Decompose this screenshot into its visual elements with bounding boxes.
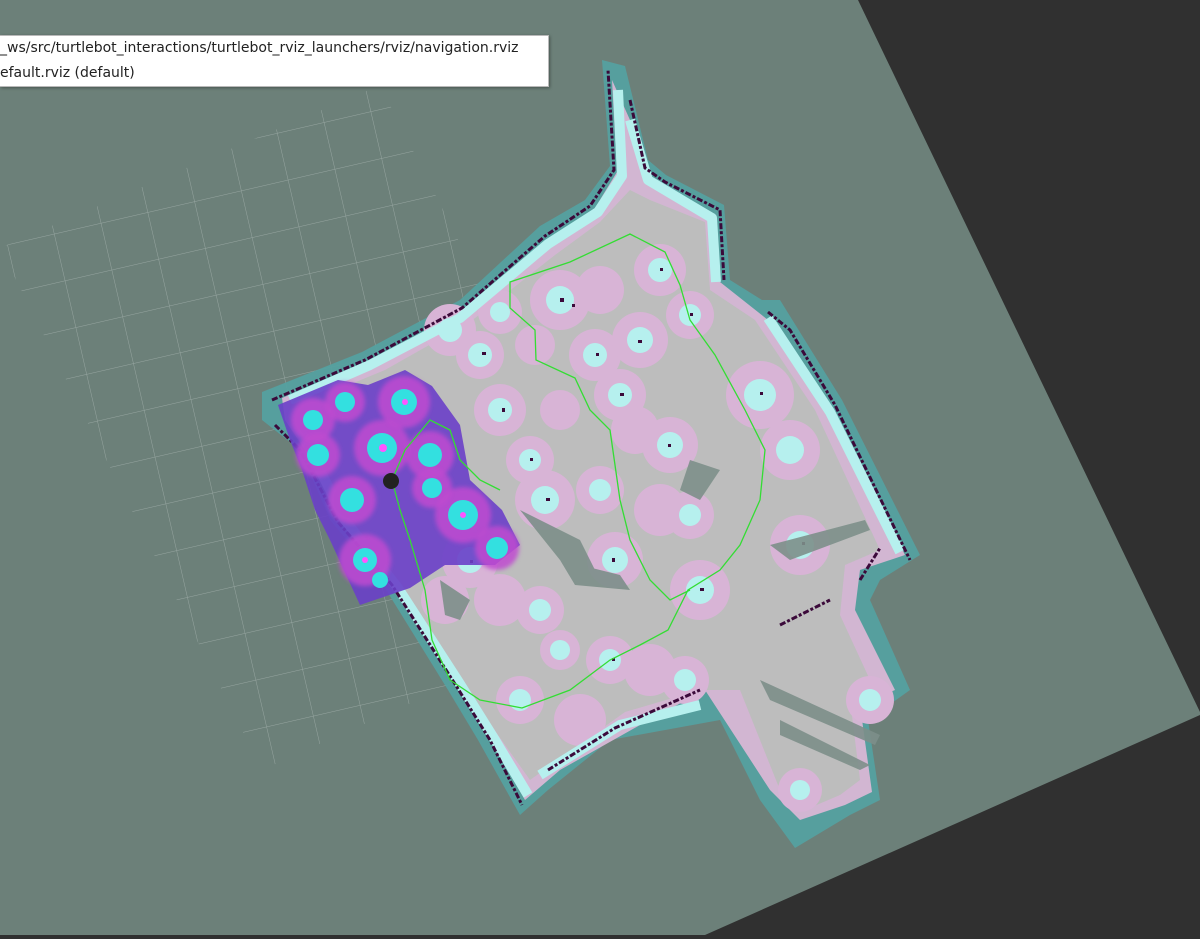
config-item-default[interactable]: efault.rviz (default) — [0, 61, 548, 86]
rviz-3d-viewport[interactable] — [0, 0, 1200, 935]
config-item-navigation[interactable]: _ws/src/turtlebot_interactions/turtlebot… — [0, 36, 548, 61]
config-file-popup: _ws/src/turtlebot_interactions/turtlebot… — [0, 35, 549, 87]
viewport-canvas — [0, 0, 1200, 935]
robot-footprint[interactable] — [383, 473, 399, 489]
